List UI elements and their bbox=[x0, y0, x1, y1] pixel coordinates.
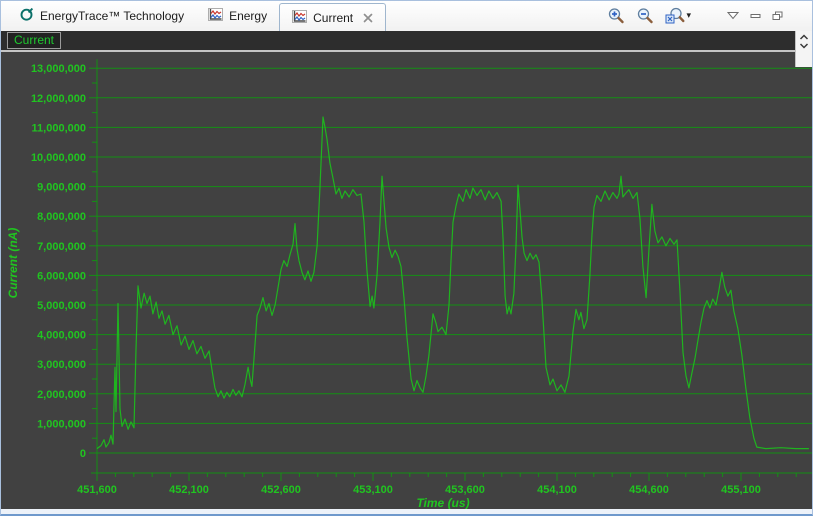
y-tick-label: 5,000,000 bbox=[37, 300, 86, 312]
close-tab-icon[interactable] bbox=[363, 13, 373, 23]
zoom-out-button[interactable] bbox=[635, 6, 655, 25]
current-chart-svg[interactable]: 0 1,000,000 2,000,000 3,000,000 4,000,000 5,0… bbox=[1, 52, 812, 509]
current-trace-chip[interactable]: Current bbox=[7, 32, 61, 49]
tab-label: EnergyTrace™ Technology bbox=[40, 9, 184, 23]
vertical-scrollbar[interactable] bbox=[795, 31, 812, 67]
zoom-in-button[interactable] bbox=[606, 6, 626, 25]
tab-current[interactable]: Current bbox=[279, 3, 386, 31]
y-tick-label: 6,000,000 bbox=[37, 270, 86, 282]
zoom-region-button[interactable]: ▾ bbox=[664, 6, 692, 25]
y-tick-label: 12,000,000 bbox=[31, 93, 86, 105]
y-tick-label: 2,000,000 bbox=[37, 389, 86, 401]
chevron-up-icon[interactable] bbox=[799, 34, 809, 40]
y-tick-label: 3,000,000 bbox=[37, 359, 86, 371]
energytrace-icon bbox=[19, 7, 34, 25]
y-tick-label: 8,000,000 bbox=[37, 211, 86, 223]
y-tick-label: 11,000,000 bbox=[32, 122, 86, 134]
y-tick-label: 4,000,000 bbox=[37, 330, 86, 342]
view-menu-button[interactable] bbox=[726, 10, 740, 21]
view-toolbar: ▾ bbox=[606, 1, 784, 30]
tab-bar: EnergyTrace™ Technology Energy bbox=[1, 1, 812, 32]
chart-icon bbox=[292, 10, 307, 26]
chart-icon bbox=[208, 8, 223, 24]
x-tick-label: 451,600 bbox=[77, 484, 117, 496]
y-axis-title: Current (nA) bbox=[6, 228, 20, 299]
tab-label: Current bbox=[313, 11, 353, 25]
chevron-down-icon[interactable] bbox=[799, 43, 809, 49]
y-tick-label: 1,000,000 bbox=[37, 418, 86, 430]
x-tick-label: 453,100 bbox=[353, 484, 393, 496]
minimize-button[interactable] bbox=[749, 10, 762, 22]
restore-button[interactable] bbox=[771, 10, 784, 22]
x-axis-title: Time (us) bbox=[416, 496, 469, 509]
current-chart-plot[interactable]: 0 1,000,000 2,000,000 3,000,000 4,000,000 5,0… bbox=[1, 52, 812, 509]
dropdown-caret-icon: ▾ bbox=[686, 11, 691, 20]
tab-energy[interactable]: Energy bbox=[196, 1, 279, 31]
x-tick-label: 455,100 bbox=[721, 484, 761, 496]
x-tick-label: 454,600 bbox=[629, 484, 669, 496]
y-tick-label: 0 bbox=[80, 448, 86, 460]
trace-header-bar: Current bbox=[1, 31, 812, 50]
x-tick-label: 453,600 bbox=[445, 484, 485, 496]
x-tick-label: 454,100 bbox=[537, 484, 577, 496]
tab-energytrace-technology[interactable]: EnergyTrace™ Technology bbox=[7, 1, 196, 31]
x-tick-label: 452,100 bbox=[169, 484, 209, 496]
y-tick-label: 7,000,000 bbox=[37, 241, 86, 253]
y-tick-label: 10,000,000 bbox=[31, 152, 86, 164]
y-tick-label: 13,000,000 bbox=[31, 63, 86, 75]
y-tick-label: 9,000,000 bbox=[37, 182, 86, 194]
tab-label: Energy bbox=[229, 9, 267, 23]
x-tick-label: 452,600 bbox=[261, 484, 301, 496]
current-trace bbox=[97, 117, 809, 449]
tabs: EnergyTrace™ Technology Energy bbox=[7, 1, 386, 31]
energytrace-window: EnergyTrace™ Technology Energy bbox=[0, 0, 813, 516]
